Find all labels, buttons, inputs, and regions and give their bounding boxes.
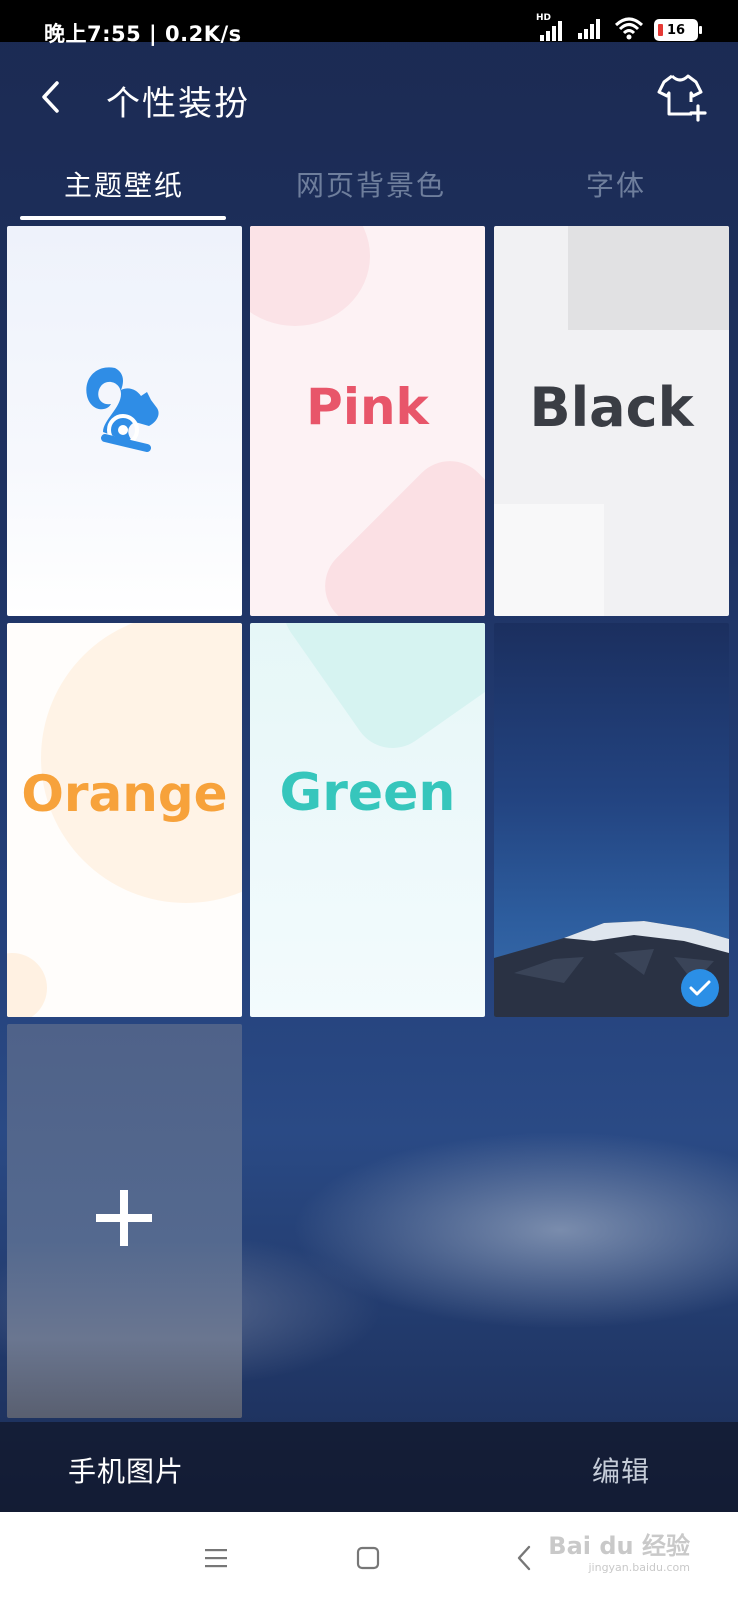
hd-label: HD	[536, 13, 552, 23]
signal-icon	[576, 15, 604, 45]
watermark-url: jingyan.baidu.com	[588, 1561, 690, 1574]
battery-level: 16	[666, 22, 686, 38]
page-title: 个性装扮	[106, 84, 250, 124]
active-tab-indicator	[20, 216, 226, 220]
black-decor-rect-top	[568, 226, 729, 330]
uc-squirrel-logo	[86, 367, 159, 452]
theme-tile-pink[interactable]: Pink	[250, 226, 485, 616]
home-square-icon	[356, 1546, 380, 1570]
home-button[interactable]	[348, 1538, 388, 1578]
add-theme-button[interactable]	[654, 66, 714, 126]
add-custom-wallpaper-tile[interactable]	[7, 1024, 242, 1418]
system-nav-bar: Bai du 经验 jingyan.baidu.com	[0, 1512, 738, 1600]
theme-tile-orange[interactable]: Orange	[7, 623, 242, 1017]
orange-decor-circle	[41, 623, 242, 903]
edit-button[interactable]: 编辑	[592, 1450, 650, 1490]
theme-tile-mountain[interactable]	[494, 623, 729, 1017]
tab-font[interactable]: 字体	[586, 164, 646, 204]
back-chevron-icon	[517, 1545, 531, 1571]
selected-check-badge	[681, 969, 719, 1007]
tab-theme-wallpaper[interactable]: 主题壁纸	[64, 164, 184, 204]
mountain-image	[494, 921, 729, 1017]
status-icons: HD 16	[536, 13, 702, 45]
wifi-icon	[614, 15, 644, 45]
checkmark-icon	[689, 980, 711, 996]
menu-icon	[205, 1549, 227, 1568]
tab-bar: 主题壁纸 网页背景色 字体	[0, 154, 738, 222]
menu-button[interactable]	[196, 1538, 236, 1578]
bottom-action-bar: 手机图片 编辑	[0, 1422, 738, 1512]
phone-pictures-button[interactable]: 手机图片	[68, 1450, 184, 1490]
status-bar: 晚上7:55 | 0.2K/s HD 16	[0, 0, 738, 46]
pink-decor-blob-top	[250, 226, 370, 326]
hd-signal-icon: HD	[536, 13, 566, 43]
black-decor-rect-bottom	[494, 504, 604, 616]
theme-tile-default[interactable]	[7, 226, 242, 616]
tab-web-background-color[interactable]: 网页背景色	[296, 164, 446, 204]
header: 个性装扮	[0, 42, 738, 154]
chevron-left-icon	[42, 81, 59, 113]
orange-decor-corner	[7, 953, 47, 1017]
theme-tile-black[interactable]: Black	[494, 226, 729, 616]
theme-label-green: Green	[279, 763, 456, 823]
theme-tile-green[interactable]: Green	[250, 623, 485, 1017]
theme-label-black: Black	[529, 376, 694, 439]
nav-back-button[interactable]	[504, 1538, 544, 1578]
baidu-watermark: Bai du 经验 jingyan.baidu.com	[548, 1534, 690, 1573]
back-button[interactable]	[30, 72, 70, 122]
theme-label-orange: Orange	[21, 765, 228, 823]
battery-icon: 16	[654, 19, 702, 41]
watermark-brand: Bai du 经验	[548, 1532, 690, 1560]
pink-decor-blob-bottom	[308, 444, 485, 616]
green-decor-shape	[268, 623, 485, 764]
plus-icon	[96, 1190, 152, 1246]
theme-label-pink: Pink	[306, 378, 429, 436]
tshirt-add-icon	[657, 74, 707, 122]
